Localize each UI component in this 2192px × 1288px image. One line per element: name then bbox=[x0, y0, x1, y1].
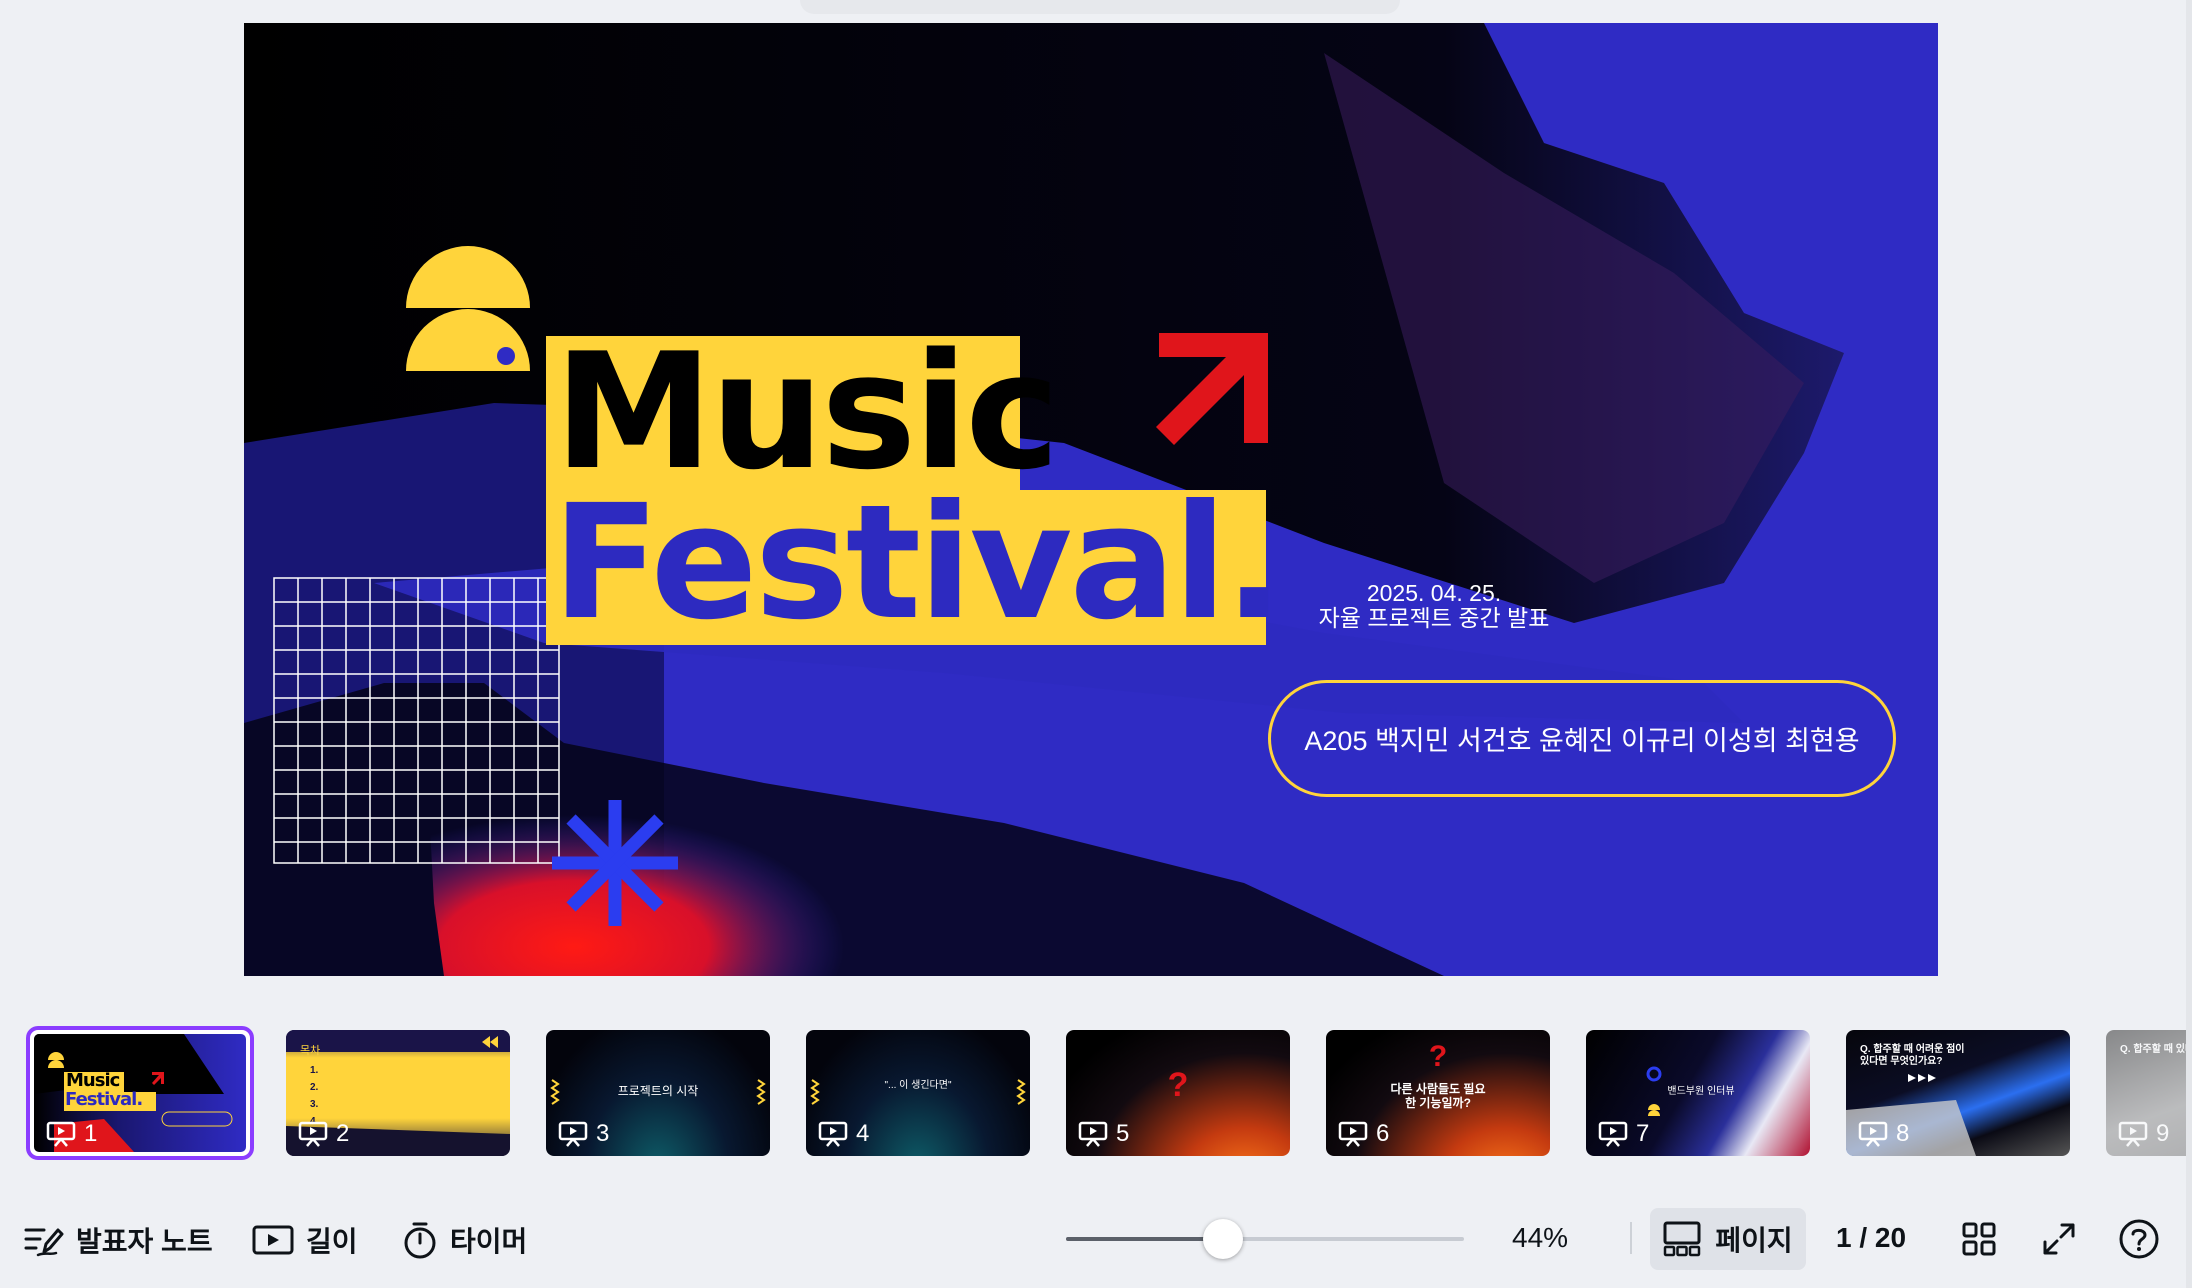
thumbnail-5-text: ? bbox=[1167, 1066, 1189, 1104]
thumbnail-2-number: 2 bbox=[336, 1120, 350, 1147]
fullscreen-icon bbox=[2043, 1223, 2075, 1255]
thumbnail-2-badge: 2 bbox=[298, 1120, 349, 1148]
thumbnail-9-text: Q. 합주할 때 있다면 무 bbox=[2120, 1044, 2192, 1055]
presenter-notes-label: 발표자 노트 bbox=[76, 1226, 213, 1257]
help-button[interactable] bbox=[2116, 1216, 2162, 1262]
thumbnail-2-item-2: 2. bbox=[310, 1082, 319, 1093]
members-text: A205 백지민 서건호 윤혜진 이규리 이성희 최현용 bbox=[1304, 726, 1860, 756]
title-festival-box: Festival. bbox=[546, 484, 1284, 645]
duration-button[interactable]: 길이 bbox=[252, 1218, 358, 1262]
subtitle-text: 자율 프로젝트 중간 발표 bbox=[1318, 605, 1550, 631]
timer-button[interactable]: 타이머 bbox=[402, 1218, 527, 1262]
thumbnail-5-badge: 5 bbox=[1078, 1120, 1129, 1148]
page-counter[interactable]: 1 / 20 bbox=[1836, 1222, 1906, 1254]
presenter-icon bbox=[558, 1121, 588, 1147]
zoom-slider[interactable] bbox=[1066, 1219, 1464, 1259]
duration-label: 길이 bbox=[306, 1226, 358, 1257]
page-view-icon bbox=[1663, 1221, 1701, 1257]
date-text: 2025. 04. 25. bbox=[1366, 580, 1502, 606]
thumbnail-1-title-b: Festival. bbox=[65, 1089, 143, 1110]
thumbnail-5-number: 5 bbox=[1116, 1120, 1130, 1147]
thumbnail-6-question-icon: ? bbox=[1428, 1040, 1448, 1073]
zoom-slider-handle[interactable] bbox=[1203, 1219, 1243, 1259]
top-panel-edge bbox=[800, 0, 1400, 14]
thumbnail-7-number: 7 bbox=[1636, 1120, 1650, 1147]
thumbnail-2[interactable]: 목차 1. 2. 3. 4. 2 bbox=[286, 1030, 510, 1156]
title-festival: Festival. bbox=[552, 471, 1284, 655]
thumbnail-3[interactable]: 프로젝트의 시작 3 bbox=[546, 1030, 770, 1156]
thumbnail-4-badge: 4 bbox=[818, 1120, 869, 1148]
thumbnail-1-title-a: Music bbox=[66, 1070, 120, 1091]
thumbnail-9-number: 9 bbox=[2156, 1120, 2170, 1147]
zoom-slider-fill bbox=[1066, 1237, 1221, 1241]
title-music: Music bbox=[554, 318, 1060, 505]
presenter-icon bbox=[1598, 1121, 1628, 1147]
thumbnail-4-number: 4 bbox=[856, 1120, 870, 1147]
window-edge bbox=[2186, 0, 2192, 1288]
timer-label: 타이머 bbox=[450, 1226, 528, 1257]
presenter-notes-button[interactable]: 발표자 노트 bbox=[24, 1218, 213, 1262]
presenter-icon bbox=[1858, 1121, 1888, 1147]
thumbnail-7-badge: 7 bbox=[1598, 1120, 1649, 1148]
main-slide-canvas[interactable]: Music Festival. 2025. 04. 25. 자율 프로젝트 중간… bbox=[244, 23, 1938, 976]
presenter-icon bbox=[1078, 1121, 1108, 1147]
toolbar-divider bbox=[1630, 1222, 1632, 1254]
thumbnail-8[interactable]: Q. 합주할 때 어려운 점이 있다면 무엇인가요? 8 bbox=[1846, 1030, 2070, 1156]
timer-icon bbox=[404, 1222, 436, 1259]
thumbnail-3-number: 3 bbox=[596, 1120, 610, 1147]
thumbnail-1[interactable]: Music Festival. 1 bbox=[26, 1026, 254, 1160]
presenter-icon bbox=[298, 1121, 328, 1147]
thumbnail-5[interactable]: ? 5 bbox=[1066, 1030, 1290, 1156]
thumbnail-8-number: 8 bbox=[1896, 1120, 1910, 1147]
date-block: 2025. 04. 25. 자율 프로젝트 중간 발표 bbox=[1304, 581, 1564, 631]
thumbnail-6-text: 다른 사람들도 필요한 기능일까? bbox=[1390, 1082, 1486, 1110]
thumbnail-9-badge: 9 bbox=[2118, 1120, 2169, 1148]
play-icon bbox=[252, 1225, 294, 1255]
thumbnail-1-badge: 1 bbox=[46, 1120, 97, 1148]
zoom-percentage[interactable]: 44% bbox=[1512, 1222, 1568, 1254]
fullscreen-button[interactable] bbox=[2036, 1216, 2082, 1262]
grid-view-icon bbox=[1962, 1222, 1996, 1256]
thumbnail-7-text: 밴드부원 인터뷰 bbox=[1667, 1086, 1735, 1097]
thumbnail-8-badge: 8 bbox=[1858, 1120, 1909, 1148]
page-view-label: 페이지 bbox=[1715, 1225, 1793, 1256]
thumbnail-3-text: 프로젝트의 시작 bbox=[617, 1084, 699, 1098]
thumbnail-3-badge: 3 bbox=[558, 1120, 609, 1148]
grid-view-button[interactable] bbox=[1956, 1216, 2002, 1262]
thumbnail-8-text: Q. 합주할 때 어려운 점이 있다면 무엇인가요? bbox=[1860, 1044, 1965, 1067]
members-pill: A205 백지민 서건호 윤혜진 이규리 이성희 최현용 bbox=[1268, 680, 1896, 797]
presenter-icon bbox=[1338, 1121, 1368, 1147]
thumbnail-strip[interactable]: Music Festival. 1 목차 1. 2. 3. 4. 2 프로젝트의… bbox=[26, 1026, 2192, 1162]
thumbnail-1-number: 1 bbox=[84, 1120, 98, 1147]
thumbnail-6[interactable]: ? 다른 사람들도 필요한 기능일까? 6 bbox=[1326, 1030, 1550, 1156]
thumbnail-9[interactable]: Q. 합주할 때 있다면 무 9 bbox=[2106, 1030, 2192, 1156]
notes-icon bbox=[24, 1228, 64, 1257]
thumbnail-6-number: 6 bbox=[1376, 1120, 1390, 1147]
thumbnail-2-item-1: 1. bbox=[310, 1065, 319, 1076]
presenter-icon bbox=[818, 1121, 848, 1147]
thumbnail-6-badge: 6 bbox=[1338, 1120, 1389, 1148]
thumbnail-4-text: "... 이 생긴다면" bbox=[884, 1080, 952, 1091]
presenter-icon bbox=[2118, 1121, 2148, 1147]
thumbnail-4[interactable]: "... 이 생긴다면" 4 bbox=[806, 1030, 1030, 1156]
thumbnail-7[interactable]: 밴드부원 인터뷰 7 bbox=[1586, 1030, 1810, 1156]
help-icon bbox=[2119, 1219, 2159, 1259]
thumbnail-2-heading: 목차 bbox=[300, 1045, 321, 1057]
page-view-button[interactable]: 페이지 bbox=[1650, 1208, 1806, 1270]
thumbnail-2-item-3: 3. bbox=[310, 1099, 319, 1110]
presenter-icon bbox=[46, 1121, 76, 1147]
